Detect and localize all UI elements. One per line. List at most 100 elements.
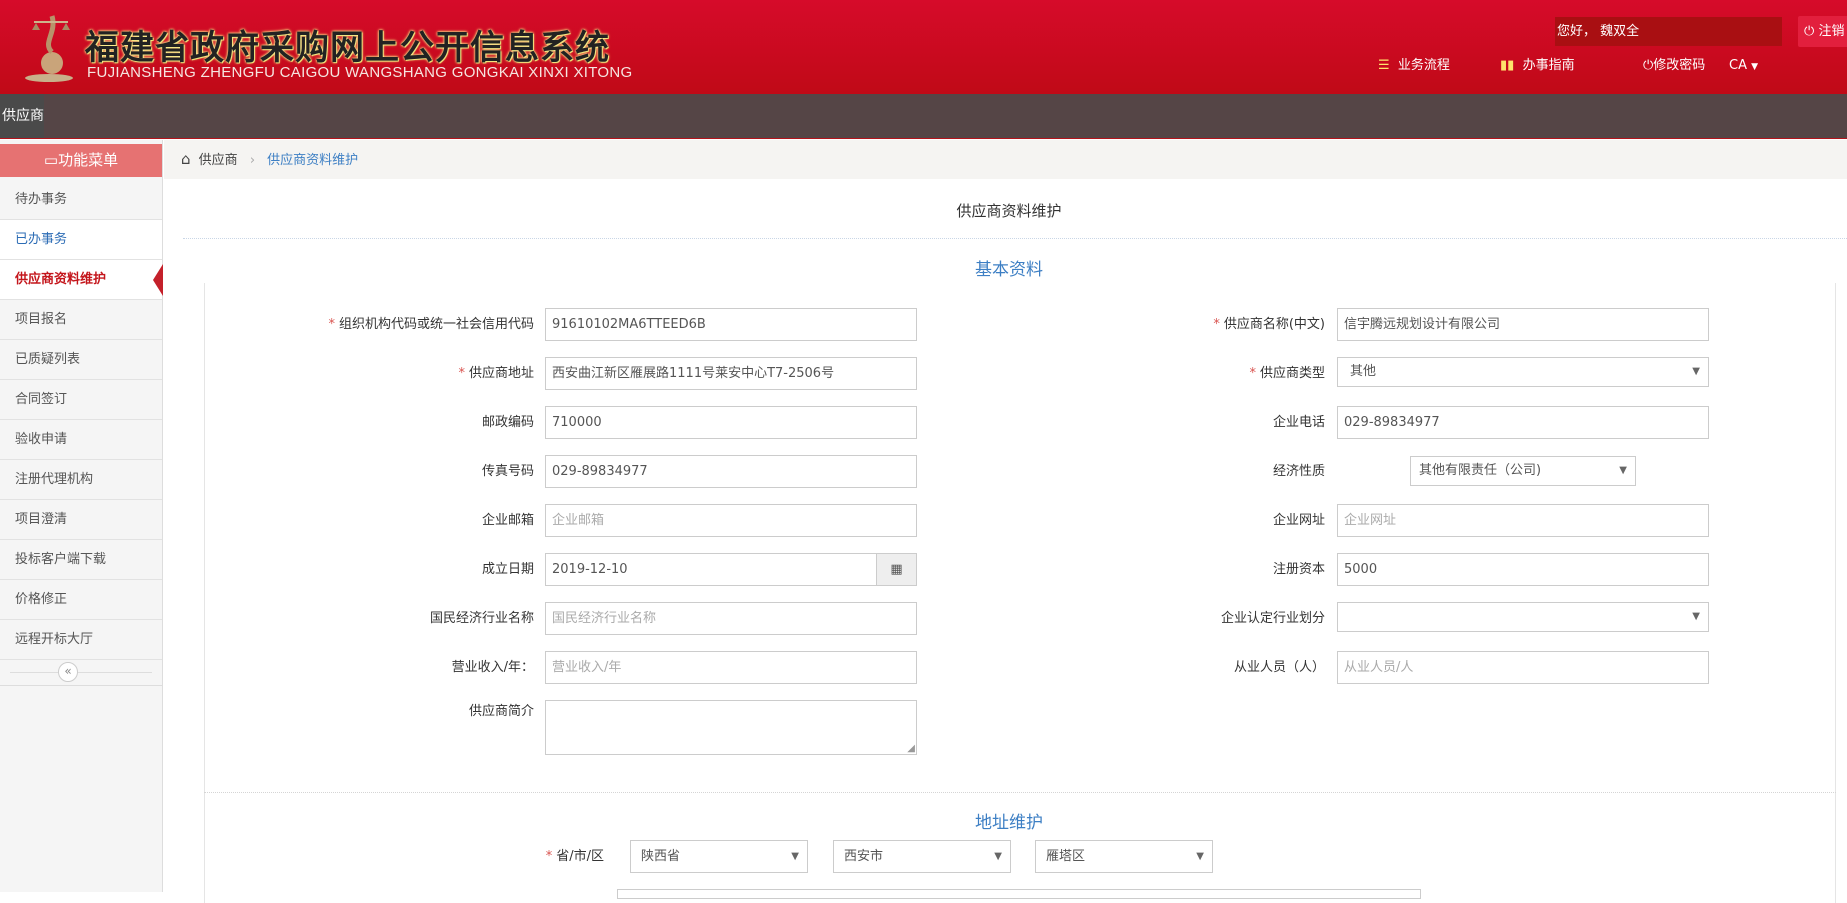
header: 福建省政府采购网上公开信息系统 FUJIANSHENG ZHENGFU CAIG…: [0, 0, 1847, 94]
sidebar-collapse: «: [0, 660, 162, 686]
breadcrumb-current: 供应商资料维护: [267, 153, 359, 168]
power-icon: ⏻: [1804, 24, 1815, 39]
website-input[interactable]: 企业网址: [1337, 504, 1709, 537]
divider: [183, 238, 1847, 239]
caret-down-icon: ▼: [1751, 62, 1759, 72]
label-industry-class: 企业认定行业划分: [1220, 611, 1325, 626]
section-divider: [204, 792, 1836, 793]
list-icon: ☰: [1378, 58, 1390, 73]
select-value: 陕西省: [641, 849, 681, 864]
chevron-down-icon: ▼: [1196, 851, 1204, 862]
economic-nature-select[interactable]: 其他有限责任（公司) ▼: [1410, 456, 1636, 486]
supplier-name-input[interactable]: 信宇腾远规划设计有限公司: [1337, 308, 1709, 341]
guide-link[interactable]: ▮▮ 办事指南: [1500, 56, 1575, 76]
app-title: 福建省政府采购网上公开信息系统: [85, 28, 610, 68]
label-address: * 供应商地址: [458, 366, 534, 381]
label-fax: 传真号码: [481, 464, 534, 479]
link-label: 业务流程: [1397, 58, 1450, 73]
revenue-input[interactable]: 营业收入/年: [545, 651, 917, 684]
chevron-down-icon: ▼: [791, 851, 799, 862]
label-website: 企业网址: [1272, 513, 1325, 528]
city-select[interactable]: 西安市 ▼: [833, 840, 1011, 873]
business-process-link[interactable]: ☰ 业务流程: [1378, 56, 1450, 76]
sidebar-item-register-agency[interactable]: 注册代理机构: [0, 460, 162, 500]
section-title-address: 地址维护: [975, 813, 1043, 833]
book-icon: ▮▮: [1500, 58, 1515, 73]
ca-dropdown[interactable]: CA ▼: [1729, 56, 1758, 77]
district-select[interactable]: 雁塔区 ▼: [1035, 840, 1213, 873]
breadcrumb-separator: ›: [249, 153, 256, 168]
sidebar-item-client-download[interactable]: 投标客户端下载: [0, 540, 162, 580]
chevron-down-icon: ▼: [1692, 611, 1700, 622]
sidebar-item-questions[interactable]: 已质疑列表: [0, 340, 162, 380]
sidebar-item-clarification[interactable]: 项目澄清: [0, 500, 162, 540]
select-value: 西安市: [844, 849, 884, 864]
calendar-icon[interactable]: ▦: [876, 554, 916, 585]
label-industry-name: 国民经济行业名称: [429, 611, 534, 626]
label-founded-date: 成立日期: [481, 562, 534, 577]
label-economic-nature: 经济性质: [1272, 464, 1325, 479]
sidebar-item-remote-bid-hall[interactable]: 远程开标大厅: [0, 620, 162, 660]
sidebar-item-pending[interactable]: 待办事务: [0, 180, 162, 220]
monitor-icon: ▭: [43, 151, 59, 169]
industry-name-input[interactable]: 国民经济行业名称: [545, 602, 917, 635]
detail-address-input[interactable]: [617, 889, 1421, 899]
user-greeting: 您好， 魏双全: [1555, 17, 1782, 46]
app-subtitle: FUJIANSHENG ZHENGFU CAIGOU WANGSHANG GON…: [87, 64, 633, 81]
supplier-type-select[interactable]: 其他 ▼: [1337, 357, 1709, 387]
select-value: 雁塔区: [1046, 849, 1086, 864]
employees-input[interactable]: 从业人员/人: [1337, 651, 1709, 684]
link-label: CA: [1729, 58, 1747, 73]
label-phone: 企业电话: [1272, 415, 1325, 430]
sidebar-item-done[interactable]: 已办事务: [0, 220, 162, 260]
label-intro: 供应商简介: [468, 704, 534, 719]
link-label: 修改密码: [1653, 58, 1706, 73]
label-revenue: 营业收入/年：: [451, 660, 534, 675]
label-postcode: 邮政编码: [481, 415, 534, 430]
sidebar-title: 功能菜单: [58, 151, 119, 169]
power-icon: ⏻: [1643, 58, 1654, 73]
change-password-link[interactable]: ⏻修改密码: [1643, 56, 1705, 76]
address-input[interactable]: 西安曲江新区雁展路1111号莱安中心T7-2506号: [545, 357, 917, 390]
capital-input[interactable]: 5000: [1337, 553, 1709, 586]
logout-button[interactable]: ⏻ 注销: [1798, 16, 1847, 47]
breadcrumb-home[interactable]: 供应商: [199, 153, 238, 168]
fax-input[interactable]: 029-89834977: [545, 455, 917, 488]
label-email: 企业邮箱: [481, 513, 534, 528]
phone-input[interactable]: 029-89834977: [1337, 406, 1709, 439]
collapse-button[interactable]: «: [58, 662, 78, 682]
founded-date-input[interactable]: 2019-12-10 ▦: [545, 553, 917, 586]
page-title: 供应商资料维护: [956, 202, 1062, 220]
sidebar-item-acceptance[interactable]: 验收申请: [0, 420, 162, 460]
sidebar-item-contract[interactable]: 合同签订: [0, 380, 162, 420]
select-value: 其他: [1350, 364, 1377, 379]
label-supplier-type: * 供应商类型: [1249, 366, 1325, 381]
postcode-input[interactable]: 710000: [545, 406, 917, 439]
sidebar-item-price-correction[interactable]: 价格修正: [0, 580, 162, 620]
sidebar-item-project-signup[interactable]: 项目报名: [0, 300, 162, 340]
industry-class-select[interactable]: ▼: [1337, 602, 1709, 632]
label-capital: 注册资本: [1272, 562, 1325, 577]
chevron-down-icon: ▼: [1619, 465, 1627, 476]
logout-label: 注销: [1818, 24, 1845, 39]
province-select[interactable]: 陕西省 ▼: [630, 840, 808, 873]
link-label: 办事指南: [1522, 58, 1575, 73]
intro-textarea[interactable]: ◢: [545, 700, 917, 755]
nav-tab-supplier[interactable]: 供应商: [0, 94, 44, 138]
email-input[interactable]: 企业邮箱: [545, 504, 917, 537]
select-value: 其他有限责任（公司): [1419, 463, 1542, 478]
label-employees: 从业人员（人）: [1233, 660, 1325, 675]
label-region: * 省/市/区: [545, 849, 604, 864]
label-supplier-name: * 供应商名称(中文): [1213, 317, 1325, 332]
sidebar-header: ▭功能菜单: [0, 144, 162, 177]
credit-code-input[interactable]: 91610102MA6TTEED6B: [545, 308, 917, 341]
date-value: 2019-12-10: [552, 562, 628, 577]
sidebar-item-supplier-info[interactable]: 供应商资料维护: [0, 260, 163, 300]
top-nav: 供应商: [0, 94, 1847, 139]
breadcrumb: ⌂ 供应商 › 供应商资料维护: [164, 140, 1847, 179]
resize-handle-icon[interactable]: ◢: [907, 733, 915, 754]
chevron-down-icon: ▼: [1692, 366, 1700, 377]
label-credit-code: * 组织机构代码或统一社会信用代码: [328, 317, 534, 332]
sidebar: ▭功能菜单 待办事务 已办事务 供应商资料维护 项目报名 已质疑列表 合同签订 …: [0, 140, 163, 892]
section-title-basic: 基本资料: [975, 260, 1043, 280]
